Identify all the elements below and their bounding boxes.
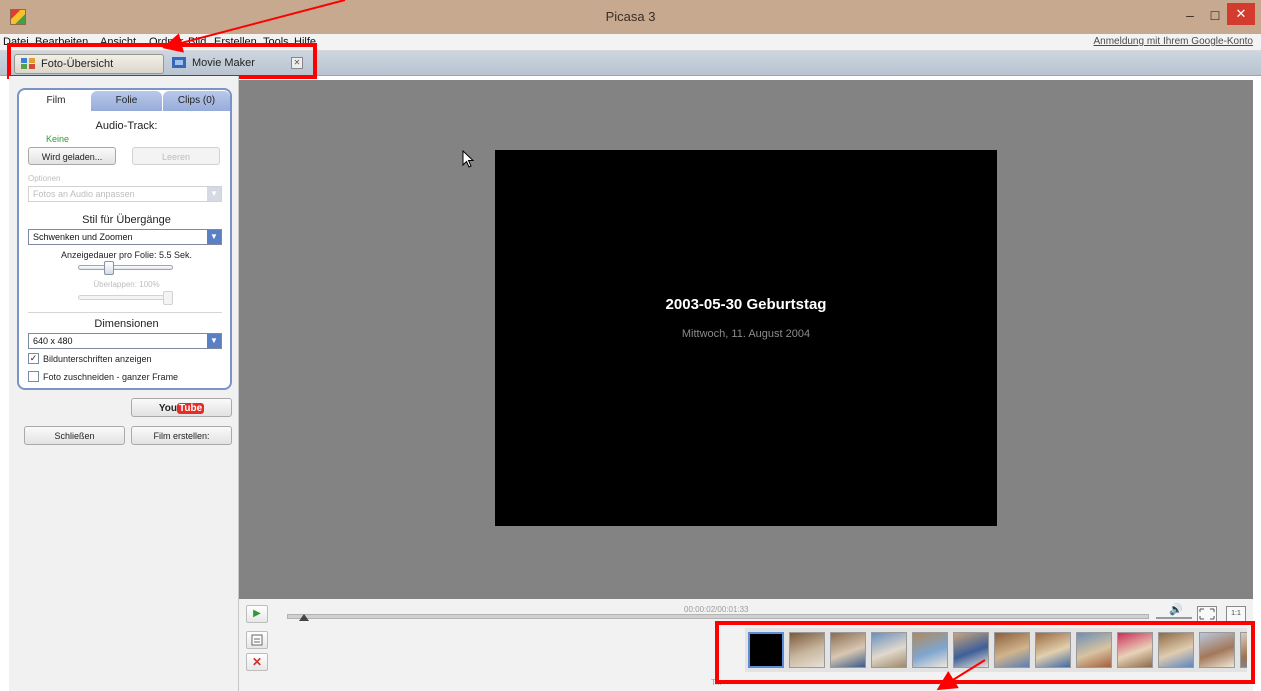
actual-size-button[interactable]: 1:1 <box>1226 606 1246 622</box>
show-captions-checkbox[interactable]: ✓ <box>28 353 39 364</box>
chevron-down-icon: ▼ <box>207 187 221 201</box>
duration-label: Anzeigedauer pro Folie: 5.5 Sek. <box>60 250 193 260</box>
menu-datei[interactable]: Datei <box>3 36 29 48</box>
filmstrip-thumbnail[interactable] <box>953 632 989 668</box>
crop-photo-checkbox[interactable] <box>28 371 39 382</box>
filmstrip-thumbnail[interactable] <box>789 632 825 668</box>
film-strip-icon <box>172 57 186 68</box>
filmstrip-thumbnail[interactable] <box>1199 632 1235 668</box>
transition-select-value: Schwenken und Zoomen <box>33 232 133 242</box>
filmstrip-thumbnail[interactable] <box>1117 632 1153 668</box>
duration-slider[interactable] <box>78 265 173 270</box>
photo-grid-icon <box>21 58 35 69</box>
volume-slider[interactable] <box>1156 617 1192 619</box>
filmstrip-thumbnail[interactable] <box>830 632 866 668</box>
fullscreen-button[interactable] <box>1197 606 1217 622</box>
filmstrip-caption: T... <box>711 678 722 687</box>
menu-erstellen[interactable]: Erstellen <box>214 36 257 48</box>
slide-filmstrip <box>745 628 1247 672</box>
filmstrip-thumbnail[interactable] <box>1076 632 1112 668</box>
menu-ordner[interactable]: Ordner <box>149 36 183 48</box>
transition-heading: Stil für Übergänge <box>82 214 171 226</box>
load-audio-button[interactable]: Wird geladen... <box>28 147 116 165</box>
fit-audio-select[interactable]: Fotos an Audio anpassen ▼ <box>28 186 222 202</box>
dimensions-select-value: 640 x 480 <box>33 336 73 346</box>
youtube-upload-button[interactable]: You Tube <box>131 398 232 417</box>
tab-close-icon[interactable]: ✕ <box>291 57 303 69</box>
menu-hilfe[interactable]: Hilfe <box>294 36 316 48</box>
filmstrip-thumbnail[interactable] <box>994 632 1030 668</box>
delete-clip-button[interactable]: ✕ <box>246 653 268 671</box>
crop-photo-label: Foto zuschneiden - ganzer Frame <box>43 372 179 382</box>
slide-subtitle: Mittwoch, 11. August 2004 <box>681 328 811 340</box>
create-movie-button[interactable]: Film erstellen: <box>131 426 232 445</box>
menu-bild[interactable]: Bild <box>188 36 206 48</box>
fit-audio-select-value: Fotos an Audio anpassen <box>33 189 135 199</box>
menu-bar: Datei Bearbeiten Ansicht Ordner Bild Ers… <box>0 34 1261 51</box>
menu-bearbeiten[interactable]: Bearbeiten <box>35 36 88 48</box>
filmstrip-thumbnail[interactable] <box>1158 632 1194 668</box>
audio-track-heading: Audio-Track: <box>95 120 158 132</box>
tab-bar: Foto-Übersicht Movie Maker ✕ <box>0 51 1261 76</box>
overlap-label: Überlappen: 100% <box>93 280 160 289</box>
subtab-clips[interactable]: Clips (0) <box>163 91 230 111</box>
minimize-button[interactable]: – <box>1178 7 1202 25</box>
settings-box: Film Folie Clips (0) Audio-Track: Keine … <box>17 88 232 390</box>
filmstrip-thumbnail[interactable] <box>871 632 907 668</box>
overlap-slider-thumb[interactable] <box>163 291 173 305</box>
timeline-scrubber[interactable] <box>287 614 1149 619</box>
youtube-logo-tube: Tube <box>177 403 205 414</box>
menu-ansicht[interactable]: Ansicht <box>100 36 136 48</box>
tab-movie-maker[interactable]: Movie Maker ✕ <box>166 54 309 72</box>
filmstrip-thumbnail[interactable] <box>1240 632 1247 668</box>
menu-tools[interactable]: Tools <box>263 36 289 48</box>
window-title: Picasa 3 <box>605 9 656 24</box>
slide-preview: 2003-05-30 Geburtstag Mittwoch, 11. Augu… <box>495 150 997 526</box>
fullscreen-icon <box>1199 608 1215 620</box>
chevron-down-icon: ▼ <box>207 334 221 348</box>
youtube-logo-you: You <box>158 403 177 414</box>
timeline-position-marker[interactable] <box>299 614 310 621</box>
show-captions-label: Bildunterschriften anzeigen <box>43 354 152 364</box>
transition-select[interactable]: Schwenken und Zoomen ▼ <box>28 229 222 245</box>
dimensions-select[interactable]: 640 x 480 ▼ <box>28 333 222 349</box>
google-login-link[interactable]: Anmeldung mit Ihrem Google-Konto <box>1093 36 1253 47</box>
options-label: Optionen <box>28 174 61 183</box>
close-window-button[interactable]: ✕ <box>1227 3 1255 25</box>
add-title-slide-button[interactable] <box>246 631 268 649</box>
clear-audio-button[interactable]: Leeren <box>132 147 220 165</box>
text-slide-icon <box>251 634 263 646</box>
dimensions-heading: Dimensionen <box>94 318 159 330</box>
close-movie-button[interactable]: Schließen <box>24 426 125 445</box>
time-readout: 00:00:02/00:01:33 <box>684 605 749 614</box>
audio-status: Keine <box>46 134 70 144</box>
chevron-down-icon: ▼ <box>207 230 221 244</box>
subtab-film[interactable]: Film <box>22 91 90 111</box>
overlap-slider[interactable] <box>78 295 173 300</box>
filmstrip-thumbnail[interactable] <box>748 632 784 668</box>
filmstrip-thumbnail[interactable] <box>912 632 948 668</box>
subtab-folie[interactable]: Folie <box>91 91 162 111</box>
tab-photo-overview-label: Foto-Übersicht <box>41 58 114 70</box>
duration-slider-thumb[interactable] <box>103 261 114 275</box>
volume-icon[interactable]: 🔊 <box>1169 603 1183 616</box>
tab-movie-maker-label: Movie Maker <box>192 57 255 69</box>
maximize-button[interactable]: ☐ <box>1203 7 1227 25</box>
tab-photo-overview[interactable]: Foto-Übersicht <box>14 54 164 74</box>
filmstrip-thumbnail[interactable] <box>1035 632 1071 668</box>
mouse-cursor-icon <box>462 150 475 168</box>
slide-title: 2003-05-30 Geburtstag <box>665 296 827 313</box>
divider <box>28 312 222 313</box>
play-button[interactable]: ▶ <box>246 605 268 623</box>
